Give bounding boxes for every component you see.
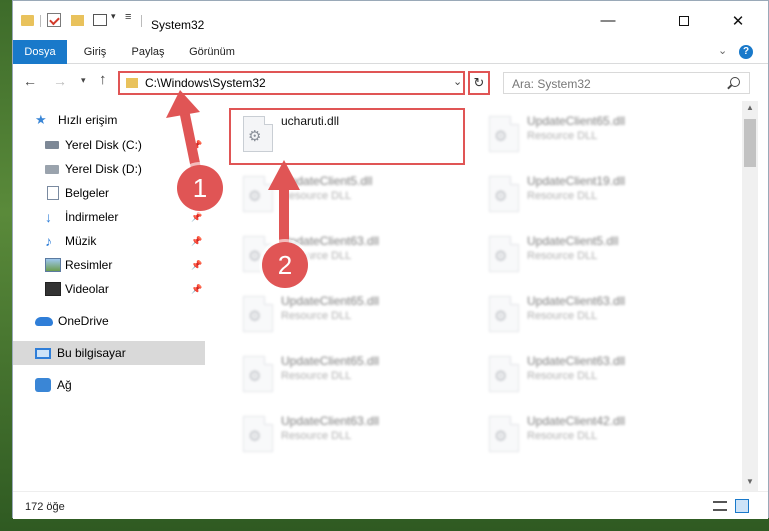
step-badge-1: 1 — [177, 165, 223, 211]
step-badge-2: 2 — [262, 242, 308, 288]
arrow-up — [268, 160, 300, 247]
annotation-arrows — [166, 90, 300, 247]
